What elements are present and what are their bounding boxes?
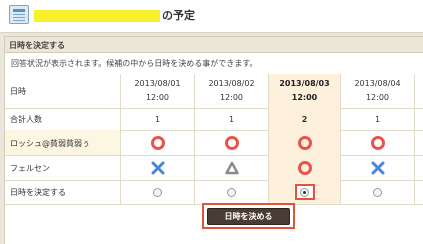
decide-label: 日時を決定する xyxy=(10,188,66,197)
total-count: 1 xyxy=(374,114,381,124)
circle-icon xyxy=(370,135,385,150)
date-radio[interactable] xyxy=(373,187,382,197)
circle-icon xyxy=(150,135,165,150)
section-header: 日時を決定する xyxy=(5,37,423,53)
cross-icon xyxy=(151,161,164,174)
date-radio[interactable] xyxy=(153,187,162,197)
date-column-2: 2013/08/02 12:00 xyxy=(194,74,268,108)
total-count: 1 xyxy=(154,114,161,124)
page-title: の予定 xyxy=(162,9,195,22)
event-name-redacted xyxy=(34,10,160,22)
total-row: 合計人数 1 1 2 1 xyxy=(5,108,423,131)
circle-icon xyxy=(224,135,239,150)
decide-date-button[interactable]: 日時を決める xyxy=(207,207,290,225)
section-title: 日時を決定する xyxy=(9,41,65,50)
date-column-1: 2013/08/01 12:00 xyxy=(120,74,194,108)
participant-name: ロッシュ@貧弱貧弱ぅ xyxy=(10,139,90,148)
decide-row: 日時を決定する xyxy=(5,180,423,205)
date-column-4: 2013/08/04 12:00 xyxy=(340,74,414,108)
total-label: 合計人数 xyxy=(10,115,42,124)
total-count: 1 xyxy=(228,114,235,124)
calendar-doc-icon xyxy=(9,5,29,24)
date-column-3: 2013/08/03 12:00 xyxy=(268,74,340,108)
header-label: 日時 xyxy=(10,87,26,96)
participant-name: フェルセン xyxy=(10,164,50,173)
participant-row: フェルセン xyxy=(5,155,423,181)
cross-icon xyxy=(371,161,384,174)
triangle-icon xyxy=(224,161,239,174)
date-radio-selected[interactable] xyxy=(300,187,309,197)
date-radio[interactable] xyxy=(227,187,236,197)
table-header-row: 日時 2013/08/01 12:00 2013/08/02 12:00 2013/… xyxy=(5,74,423,109)
circle-icon xyxy=(297,160,312,175)
decide-button-highlight: 日時を決める xyxy=(202,203,295,229)
selected-radio-highlight xyxy=(294,184,315,200)
circle-icon xyxy=(297,135,312,150)
total-count: 2 xyxy=(301,114,308,124)
schedule-table: 日時 2013/08/01 12:00 2013/08/02 12:00 2013/… xyxy=(5,74,423,224)
section-description: 回答状況が表示されます。候補の中から日時を決める事ができます。 xyxy=(11,59,258,68)
participant-row: ロッシュ@貧弱貧弱ぅ xyxy=(5,130,423,156)
page-header: の予定 xyxy=(0,0,423,33)
